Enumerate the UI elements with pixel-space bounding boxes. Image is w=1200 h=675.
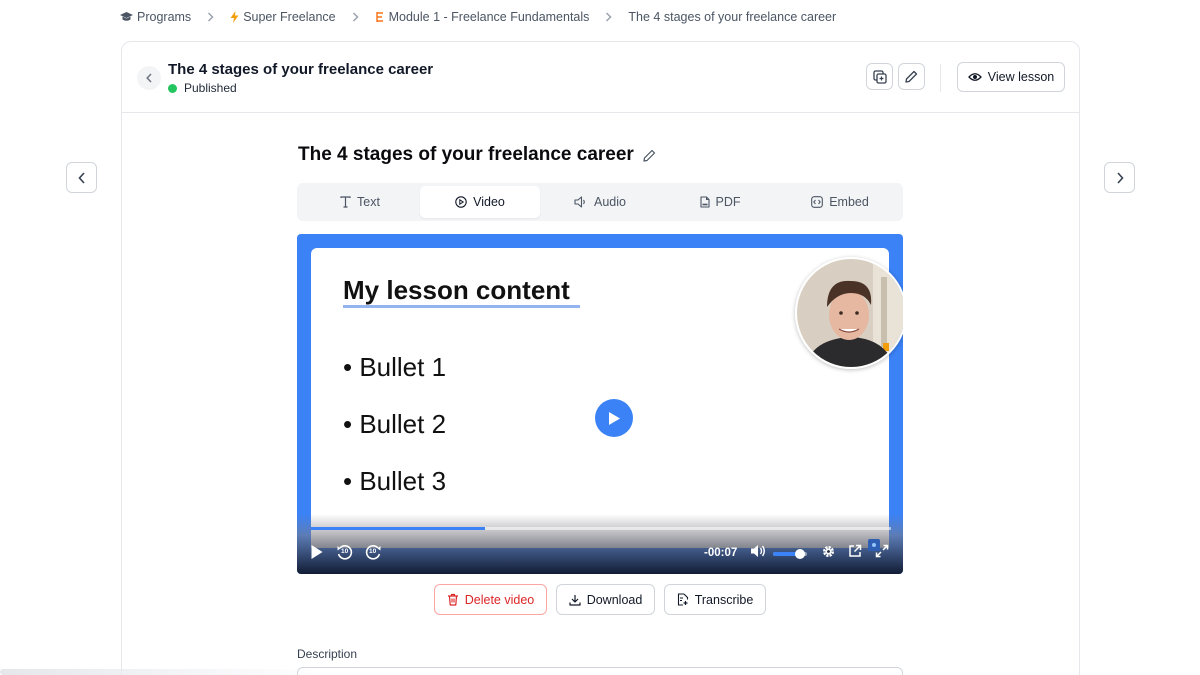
- status-badge: Published: [168, 81, 237, 95]
- rewind-label: 10: [341, 548, 349, 555]
- tab-label: Embed: [829, 195, 869, 209]
- forward-label: 10: [369, 548, 377, 555]
- breadcrumb-programs[interactable]: Programs: [120, 10, 191, 24]
- breadcrumb-super-freelance[interactable]: Super Freelance: [230, 10, 336, 24]
- mute-button[interactable]: [750, 544, 766, 558]
- content-type-tabs: Text Video Audio PDF Embed: [297, 183, 903, 221]
- duplicate-button[interactable]: [866, 63, 893, 90]
- chevron-right-icon: [1116, 171, 1124, 184]
- breadcrumb-current: The 4 stages of your freelance career: [628, 10, 836, 24]
- description-label: Description: [297, 647, 358, 661]
- tab-label: Video: [473, 195, 505, 209]
- tab-label: PDF: [715, 195, 741, 209]
- slide-title: My lesson content: [343, 275, 570, 305]
- progress-bar[interactable]: [311, 527, 891, 530]
- presenter-webcam: [795, 257, 903, 369]
- next-lesson-button[interactable]: [1104, 162, 1135, 193]
- module-icon: [375, 11, 385, 23]
- forward-button[interactable]: 10: [364, 544, 382, 562]
- pdf-icon: [699, 196, 710, 208]
- slide-bullet: • Bullet 2: [343, 409, 447, 439]
- chevron-right-icon: [207, 12, 214, 22]
- tab-pdf[interactable]: PDF: [660, 186, 780, 218]
- lesson-title-row: The 4 stages of your freelance career: [298, 144, 656, 166]
- edit-button[interactable]: [898, 63, 925, 90]
- breadcrumb: Programs Super Freelance Module 1 - Free…: [120, 9, 836, 25]
- popout-button[interactable]: [848, 544, 862, 558]
- graduation-cap-icon: [120, 11, 133, 23]
- breadcrumb-label: The 4 stages of your freelance career: [628, 10, 837, 24]
- transcribe-icon: [677, 593, 689, 606]
- breadcrumb-label: Module 1 - Freelance Fundamentals: [388, 10, 590, 24]
- rewind-button[interactable]: 10: [336, 544, 354, 562]
- description-editor[interactable]: [297, 667, 903, 675]
- back-button[interactable]: [137, 66, 161, 90]
- play-pause-button[interactable]: [310, 544, 324, 560]
- breadcrumb-module[interactable]: Module 1 - Freelance Fundamentals: [375, 10, 590, 24]
- page-title: The 4 stages of your freelance career: [168, 61, 434, 78]
- forward-10-icon: 10: [364, 544, 382, 562]
- volume-slider[interactable]: [773, 549, 807, 559]
- video-player[interactable]: My lesson content • Bullet 1 • Bullet 2 …: [297, 234, 903, 574]
- page-scroll-shadow: [0, 669, 320, 675]
- lightning-icon: [230, 11, 239, 23]
- gear-icon: [821, 544, 836, 559]
- download-label: Download: [586, 592, 643, 607]
- video-slide: My lesson content • Bullet 1 • Bullet 2 …: [311, 248, 903, 548]
- breadcrumb-label: Super Freelance: [243, 10, 336, 24]
- progress-fill: [311, 527, 485, 530]
- breadcrumb-label: Programs: [137, 10, 192, 24]
- copy-icon: [872, 69, 887, 84]
- delete-video-button[interactable]: Delete video: [434, 584, 547, 615]
- fullscreen-icon: [875, 544, 889, 558]
- trash-icon: [447, 593, 459, 606]
- slide-bullet: • Bullet 3: [343, 466, 447, 496]
- external-link-icon: [848, 544, 862, 558]
- delete-video-label: Delete video: [464, 592, 535, 607]
- tab-label: Audio: [594, 195, 626, 209]
- speaker-icon: [574, 196, 588, 208]
- tab-label: Text: [357, 195, 380, 209]
- status-dot: [168, 83, 177, 93]
- lesson-title: The 4 stages of your freelance career: [298, 144, 634, 165]
- settings-button[interactable]: [821, 544, 836, 559]
- eye-icon: [967, 72, 982, 82]
- play-circle-icon: [455, 196, 467, 208]
- download-icon: [569, 594, 581, 606]
- transcribe-label: Transcribe: [694, 592, 754, 607]
- play-button[interactable]: [595, 399, 633, 437]
- slide-bullet: • Bullet 1: [343, 352, 447, 382]
- chevron-right-icon: [605, 12, 612, 22]
- text-icon: [340, 196, 351, 208]
- header-divider: [940, 64, 941, 92]
- rewind-10-icon: 10: [336, 544, 354, 562]
- card-header: The 4 stages of your freelance career Pu…: [122, 42, 1079, 113]
- tab-embed[interactable]: Embed: [780, 186, 900, 218]
- player-controls-overlay: [297, 514, 903, 574]
- embed-icon: [811, 196, 824, 208]
- tab-audio[interactable]: Audio: [540, 186, 660, 218]
- volume-icon: [750, 544, 766, 558]
- play-icon: [310, 544, 324, 560]
- tab-text[interactable]: Text: [300, 186, 420, 218]
- download-button[interactable]: Download: [556, 584, 655, 615]
- time-remaining: -00:07: [704, 547, 738, 559]
- pencil-icon[interactable]: [643, 149, 656, 162]
- fullscreen-button[interactable]: [875, 544, 889, 558]
- tab-video[interactable]: Video: [420, 186, 540, 218]
- chevron-left-icon: [77, 171, 86, 184]
- status-label: Published: [184, 81, 237, 95]
- view-lesson-button[interactable]: View lesson: [957, 62, 1065, 92]
- pencil-icon: [905, 70, 918, 83]
- view-lesson-label: View lesson: [987, 70, 1055, 84]
- previous-lesson-button[interactable]: [66, 162, 97, 193]
- chevron-left-icon: [146, 73, 152, 83]
- transcribe-button[interactable]: Transcribe: [664, 584, 766, 615]
- play-icon: [607, 411, 621, 426]
- chevron-right-icon: [352, 12, 359, 22]
